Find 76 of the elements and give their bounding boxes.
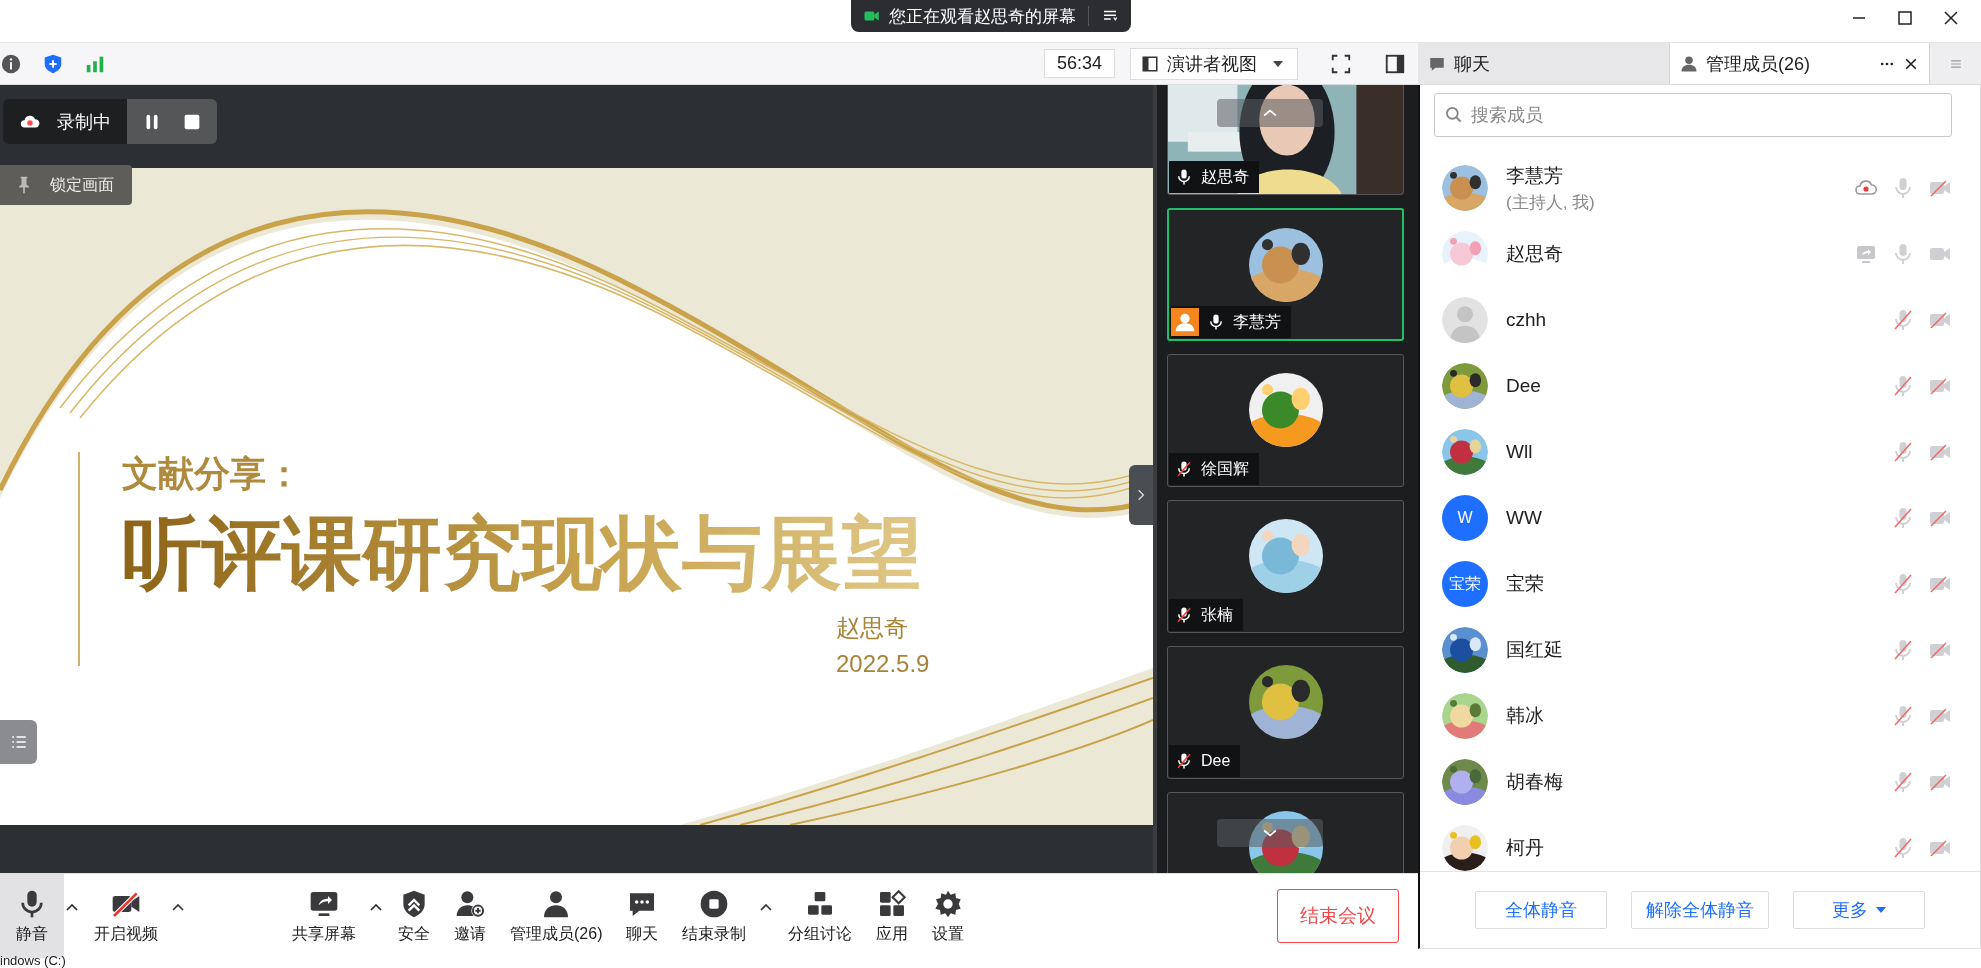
mic-muted-icon[interactable] — [1891, 638, 1915, 662]
list-button[interactable] — [0, 720, 37, 764]
participant-name: 李慧芳 — [1233, 311, 1281, 332]
toolbar-button[interactable]: 应用 — [864, 874, 921, 958]
member-name: czhh — [1506, 309, 1548, 331]
member-name: 韩冰 — [1506, 704, 1545, 728]
video-tile[interactable]: 李慧芳 — [1167, 208, 1404, 341]
shield-icon[interactable] — [42, 52, 64, 75]
participant-name: Dee — [1201, 752, 1231, 770]
member-name: 宝荣 — [1506, 572, 1545, 596]
maximize-icon[interactable] — [1895, 8, 1915, 28]
video-tile[interactable]: 赵思奇 — [1167, 85, 1404, 195]
slide-author: 赵思奇 — [836, 613, 908, 643]
mic-muted-icon[interactable] — [1891, 572, 1915, 596]
panel-tab[interactable]: 聊天 — [1418, 43, 1670, 84]
avatar: 宝荣 — [1442, 561, 1488, 607]
member-name: Dee — [1506, 375, 1542, 397]
member-name: WW — [1506, 507, 1543, 529]
member-name: 柯丹 — [1506, 836, 1545, 860]
scroll-up-button[interactable] — [1217, 99, 1323, 127]
fullscreen-icon[interactable] — [1330, 52, 1352, 75]
toolbar-button[interactable]: 设置 — [920, 874, 977, 958]
caret-icon[interactable] — [172, 903, 184, 911]
default-avatar-icon — [1442, 297, 1488, 343]
end-meeting-button[interactable]: 结束会议 — [1277, 889, 1399, 943]
mic-muted-icon[interactable] — [1891, 374, 1915, 398]
toolbar-button[interactable]: 共享屏幕 — [280, 874, 368, 958]
caret-icon — [1876, 907, 1886, 913]
video-tile[interactable]: 徐国辉 — [1167, 354, 1404, 487]
search-icon — [1444, 105, 1464, 125]
caret-icon[interactable] — [370, 903, 382, 911]
avatar: W — [1442, 495, 1488, 541]
banner-text: 您正在观看赵思奇的屏幕 — [888, 5, 1076, 28]
member-action-button[interactable]: 全体静音 — [1475, 891, 1607, 929]
mic-muted-icon[interactable] — [1891, 836, 1915, 860]
participant-name: 张楠 — [1201, 604, 1233, 625]
slide-subtitle: 文献分享： — [122, 452, 302, 496]
collapse-handle[interactable] — [1129, 465, 1153, 525]
lock-view-button[interactable]: 锁定画面 — [0, 165, 132, 205]
member-role: (主持人, 我) — [1506, 191, 1596, 214]
toolbar-button[interactable]: 安全 — [386, 874, 442, 958]
layout-icon — [1141, 54, 1159, 73]
toolbar-button[interactable]: 聊天 — [614, 874, 671, 958]
mic-muted-icon[interactable] — [1891, 770, 1915, 794]
member-name: Wll — [1506, 441, 1534, 463]
member-name: 李慧芳 — [1506, 163, 1564, 188]
caret-icon — [1273, 60, 1283, 67]
mic-muted-icon[interactable] — [1891, 308, 1915, 332]
recording-label: 录制中 — [57, 110, 111, 134]
member-name: 国红延 — [1506, 638, 1564, 662]
member-name: 胡春梅 — [1506, 770, 1564, 794]
view-mode-dropdown[interactable]: 演讲者视图 — [1130, 47, 1298, 80]
toolbar-button[interactable]: 分组讨论 — [776, 874, 865, 958]
mic-muted-icon[interactable] — [1891, 506, 1915, 530]
toolbar-button[interactable]: 结束录制 — [670, 874, 759, 958]
meeting-timer: 56:34 — [1043, 49, 1115, 78]
member-action-button[interactable]: 解除全体静音 — [1631, 891, 1769, 929]
toolbar-button[interactable]: 开启视频 — [82, 874, 170, 958]
caret-icon[interactable] — [66, 903, 78, 911]
mic-muted-icon[interactable] — [1891, 440, 1915, 464]
mic-muted-icon[interactable] — [1891, 704, 1915, 728]
search-field[interactable]: 搜索成员 — [1434, 93, 1952, 137]
member-action-button[interactable]: 更多 — [1793, 891, 1925, 929]
video-tile[interactable]: Dee — [1167, 646, 1404, 779]
video-tile[interactable]: 张楠 — [1167, 500, 1404, 633]
member-name: 赵思奇 — [1506, 242, 1564, 266]
toolbar-button[interactable]: 邀请 — [442, 874, 498, 958]
caret-icon[interactable] — [760, 903, 773, 911]
slide-date: 2022.5.9 — [836, 649, 930, 679]
participant-name: 赵思奇 — [1201, 166, 1249, 187]
participant-name: 徐国辉 — [1201, 458, 1249, 479]
toolbar-button[interactable]: 管理成员(26) — [498, 874, 615, 958]
panel-tab[interactable]: 管理成员(26) — [1670, 43, 1930, 84]
side-panel-icon[interactable] — [1384, 52, 1406, 75]
info-icon[interactable] — [0, 52, 22, 75]
person-icon — [1680, 54, 1698, 73]
